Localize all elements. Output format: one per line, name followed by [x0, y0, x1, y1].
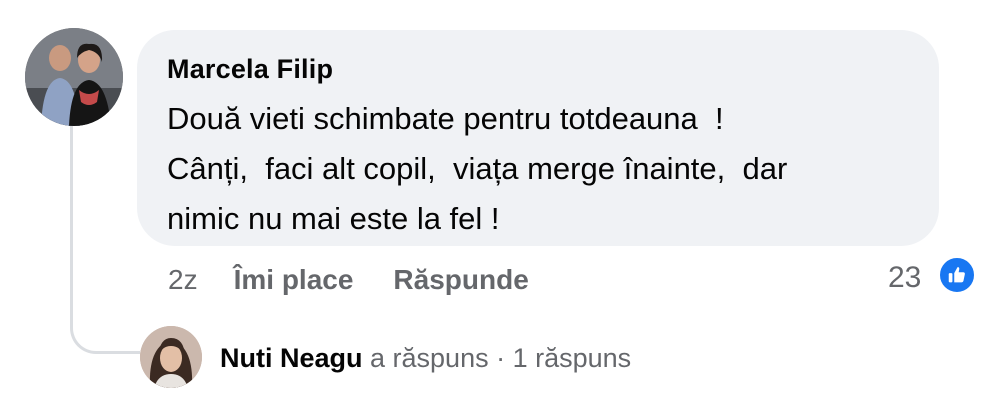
- reply-action-text: a răspuns: [362, 342, 489, 373]
- like-thumb-icon[interactable]: [938, 256, 976, 294]
- avatar-photo: [140, 326, 202, 388]
- avatar-photo: [25, 28, 123, 126]
- comment-bubble: Marcela Filip Două vieti schimbate pentr…: [137, 30, 939, 246]
- replier-avatar[interactable]: [140, 326, 202, 388]
- comment-text: Două vieti schimbate pentru totdeauna ! …: [167, 94, 927, 244]
- reaction-count[interactable]: 23: [888, 260, 921, 296]
- comment-actions: 2z Îmi place Răspunde: [168, 262, 529, 298]
- thread-connector-line: [70, 126, 140, 354]
- view-replies-link[interactable]: Nuti Neagu a răspuns · 1 răspuns: [220, 338, 631, 378]
- reply-author: Nuti Neagu: [220, 342, 363, 373]
- commenter-avatar[interactable]: [25, 28, 123, 126]
- comment-line: Cânți, faci alt copil, viața merge înain…: [167, 151, 788, 186]
- comment-line: Două vieti schimbate pentru totdeauna !: [167, 101, 724, 136]
- reply-separator: ·: [488, 342, 513, 373]
- reply-count: 1 răspuns: [512, 342, 632, 373]
- comment-author[interactable]: Marcela Filip: [167, 54, 333, 85]
- thumbs-up-glyph: [948, 267, 965, 283]
- comment-timestamp[interactable]: 2z: [168, 264, 198, 296]
- comment-line: nimic nu mai este la fel !: [167, 201, 500, 236]
- like-button[interactable]: Îmi place: [234, 264, 354, 296]
- reply-button[interactable]: Răspunde: [393, 264, 528, 296]
